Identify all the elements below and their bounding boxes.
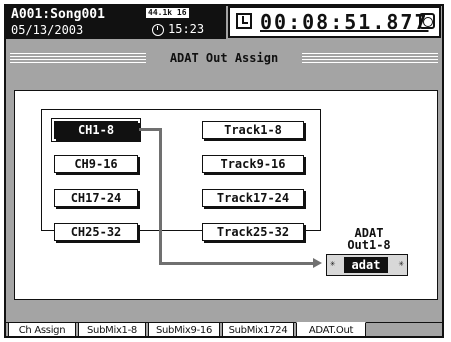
adat-out-label: ADAT Out1-8	[339, 227, 399, 251]
song-name: A001:Song001	[11, 7, 105, 22]
sample-rate-badge: 44.1k 16	[146, 8, 189, 18]
tab-bar: Ch Assign SubMix1-8 SubMix9-16 SubMix172…	[6, 322, 442, 336]
assign-panel: CH1-8 CH9-16 CH17-24 CH25-32 Track1-8 Tr…	[14, 90, 438, 300]
routing-arrow-icon	[313, 258, 322, 268]
routing-wire-v	[159, 128, 162, 265]
counter-time: 00:08:51.877	[260, 10, 429, 34]
song-info[interactable]: A001:Song001 44.1k 16 05/13/2003 15:23	[6, 6, 226, 39]
source-button-ch1-8[interactable]: CH1-8	[51, 118, 141, 142]
lcd-screen: A001:Song001 44.1k 16 05/13/2003 15:23 0…	[4, 4, 444, 338]
source-button-track25-32[interactable]: Track25-32	[202, 223, 304, 241]
alarm-clock-icon	[419, 13, 435, 29]
source-button-track1-8[interactable]: Track1-8	[202, 121, 304, 139]
source-button-ch17-24[interactable]: CH17-24	[54, 189, 138, 207]
source-button-track17-24[interactable]: Track17-24	[202, 189, 304, 207]
page-title: ADAT Out Assign	[169, 51, 279, 65]
source-button-ch25-32[interactable]: CH25-32	[54, 223, 138, 241]
tab-submix-1-8[interactable]: SubMix1-8	[78, 322, 146, 336]
adat-label-line2: Out1-8	[347, 238, 391, 252]
tab-ch-assign[interactable]: Ch Assign	[8, 322, 76, 336]
clock-time: 15:23	[168, 22, 205, 36]
routing-wire-h2	[159, 262, 315, 265]
title-bar: ADAT Out Assign	[10, 46, 438, 72]
increment-icon[interactable]: ✳	[399, 259, 404, 269]
tab-adat-out[interactable]: ADAT.Out	[296, 322, 366, 336]
source-button-ch9-16[interactable]: CH9-16	[54, 155, 138, 173]
adat-out-value: adat	[344, 257, 388, 273]
timer-icon	[236, 13, 252, 29]
decrement-icon[interactable]: ✳	[330, 259, 335, 269]
source-group: CH1-8 CH9-16 CH17-24 CH25-32 Track1-8 Tr…	[41, 109, 321, 241]
tab-submix-17-24[interactable]: SubMix1724	[222, 322, 294, 336]
tab-submix-9-16[interactable]: SubMix9-16	[148, 322, 220, 336]
routing-wire-h1	[139, 128, 161, 131]
source-button-track9-16[interactable]: Track9-16	[202, 155, 304, 173]
adat-out-selector[interactable]: ✳ adat ✳	[326, 254, 408, 276]
song-date: 05/13/2003	[11, 23, 84, 37]
header: A001:Song001 44.1k 16 05/13/2003 15:23 0…	[6, 6, 442, 41]
clock-icon	[152, 24, 164, 36]
time-counter[interactable]: 00:08:51.877	[228, 6, 441, 38]
